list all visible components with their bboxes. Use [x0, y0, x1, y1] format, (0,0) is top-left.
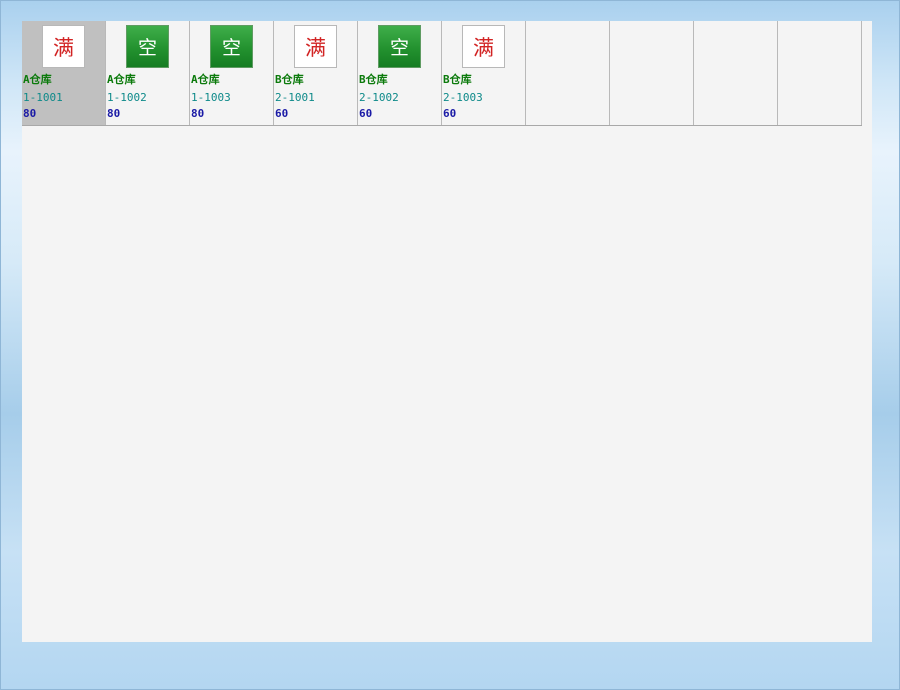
warehouse-label: A仓库	[191, 73, 220, 86]
capacity-value: 60	[275, 107, 289, 120]
warehouse-label: B仓库	[359, 73, 388, 86]
storage-cell[interactable]: 满 A仓库 1-1001 80	[22, 21, 106, 125]
full-status-icon: 满	[42, 25, 85, 68]
location-code: 2-1001	[275, 91, 315, 104]
location-code: 2-1003	[443, 91, 483, 104]
capacity-value: 80	[107, 107, 121, 120]
storage-cell[interactable]: 满 B仓库 2-1003 60	[442, 21, 526, 125]
storage-cell[interactable]: 空 A仓库 1-1003 80	[190, 21, 274, 125]
empty-storage-slot[interactable]	[610, 21, 694, 125]
capacity-value: 60	[443, 107, 457, 120]
storage-cell[interactable]: 满 B仓库 2-1001 60	[274, 21, 358, 125]
capacity-value: 60	[359, 107, 373, 120]
warehouse-label: B仓库	[275, 73, 304, 86]
location-code: 2-1002	[359, 91, 399, 104]
location-code: 1-1002	[107, 91, 147, 104]
full-status-icon: 满	[294, 25, 337, 68]
storage-grid: 满 A仓库 1-1001 80 空 A仓库 1-1002 80 空 A仓库 1-…	[22, 21, 862, 126]
empty-status-icon: 空	[126, 25, 169, 68]
empty-storage-slot[interactable]	[778, 21, 862, 125]
empty-storage-slot[interactable]	[526, 21, 610, 125]
empty-status-icon: 空	[378, 25, 421, 68]
location-code: 1-1003	[191, 91, 231, 104]
warehouse-label: A仓库	[107, 73, 136, 86]
capacity-value: 80	[191, 107, 205, 120]
empty-status-icon: 空	[210, 25, 253, 68]
storage-cell[interactable]: 空 B仓库 2-1002 60	[358, 21, 442, 125]
storage-panel: 满 A仓库 1-1001 80 空 A仓库 1-1002 80 空 A仓库 1-…	[22, 21, 872, 642]
warehouse-label: B仓库	[443, 73, 472, 86]
capacity-value: 80	[23, 107, 37, 120]
full-status-icon: 满	[462, 25, 505, 68]
empty-storage-slot[interactable]	[694, 21, 778, 125]
warehouse-label: A仓库	[23, 73, 52, 86]
storage-cell[interactable]: 空 A仓库 1-1002 80	[106, 21, 190, 125]
location-code: 1-1001	[23, 91, 63, 104]
